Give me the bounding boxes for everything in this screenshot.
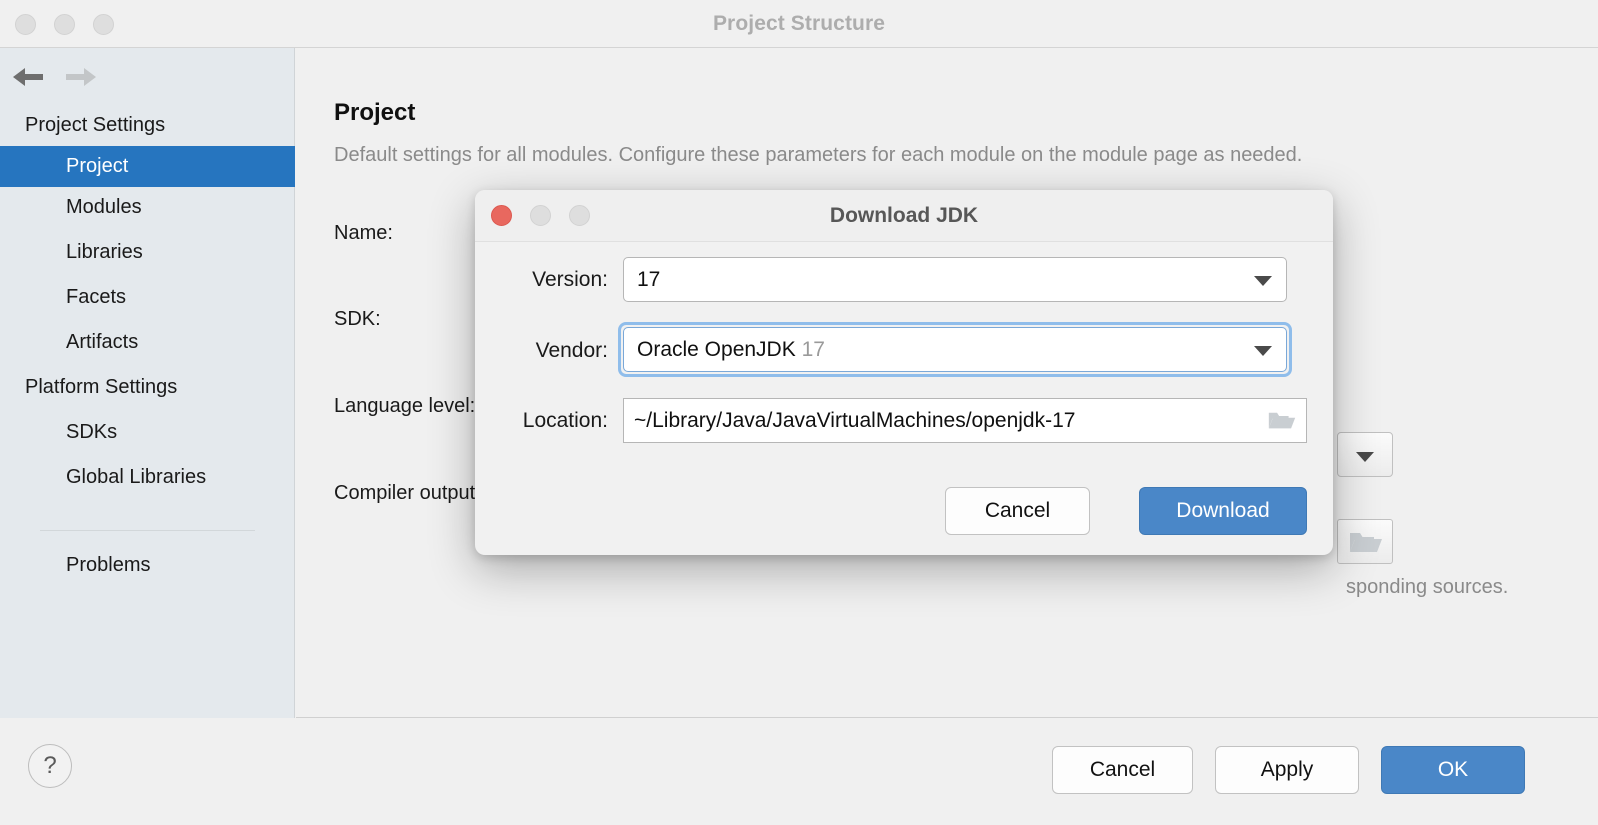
sidebar-item-sdks[interactable]: SDKs <box>0 412 295 453</box>
arrow-left-icon[interactable] <box>9 64 49 90</box>
window-title-bar: Project Structure <box>0 0 1598 48</box>
project-structure-window: Project Structure Project Settings Proje… <box>0 0 1598 825</box>
sidebar-group-project-settings: Project Settings <box>25 114 166 136</box>
language-level-dropdown[interactable] <box>1337 432 1393 477</box>
label-location: Location: <box>522 409 608 432</box>
version-dropdown[interactable]: 17 <box>623 257 1287 302</box>
page-title: Project <box>334 99 416 126</box>
label-language-level: Language level: <box>334 395 476 417</box>
vendor-value: Oracle OpenJDK 17 <box>637 328 825 371</box>
label-vendor: Vendor: <box>535 339 608 362</box>
dialog-title: Download JDK <box>829 204 979 227</box>
sidebar-divider <box>40 530 255 531</box>
vendor-value-version: 17 <box>801 338 825 361</box>
label-name: Name: <box>334 222 393 244</box>
label-compiler-output: Compiler output: <box>334 482 481 504</box>
sidebar-item-modules[interactable]: Modules <box>0 187 295 228</box>
vendor-dropdown[interactable]: Oracle OpenJDK 17 <box>623 327 1287 372</box>
dialog-cancel-button[interactable]: Cancel <box>945 487 1090 535</box>
arrow-right-icon[interactable] <box>60 64 100 90</box>
sidebar-nav-arrows <box>0 48 295 105</box>
sidebar-item-project[interactable]: Project <box>0 146 295 187</box>
sidebar-item-global-libraries[interactable]: Global Libraries <box>0 457 295 498</box>
sidebar-group-platform-settings: Platform Settings <box>25 376 178 398</box>
compiler-output-browse-button[interactable] <box>1337 519 1393 564</box>
chevron-down-icon <box>1254 346 1272 356</box>
help-button[interactable]: ? <box>28 744 72 788</box>
settings-sidebar: Project Settings Project Modules Librari… <box>0 48 295 718</box>
apply-button[interactable]: Apply <box>1215 746 1359 794</box>
version-value: 17 <box>637 268 661 291</box>
page-subtitle: Default settings for all modules. Config… <box>334 144 1303 166</box>
chevron-down-icon <box>1254 276 1272 286</box>
cancel-button[interactable]: Cancel <box>1052 746 1193 794</box>
label-version: Version: <box>532 268 608 291</box>
dialog-title-bar: Download JDK <box>475 190 1333 242</box>
download-jdk-dialog: Download JDK Version: Vendor: Location: … <box>475 190 1333 555</box>
vendor-focus-ring: Oracle OpenJDK 17 <box>618 322 1292 377</box>
label-sdk: SDK: <box>334 308 381 330</box>
window-title: Project Structure <box>712 12 886 35</box>
dialog-footer: ? Cancel Apply OK <box>0 719 1598 825</box>
chevron-down-icon <box>1356 452 1374 462</box>
sidebar-item-artifacts[interactable]: Artifacts <box>0 322 295 363</box>
folder-icon[interactable] <box>1268 410 1296 432</box>
sidebar-item-problems[interactable]: Problems <box>0 545 295 586</box>
dialog-download-button[interactable]: Download <box>1139 487 1307 535</box>
location-input[interactable]: ~/Library/Java/JavaVirtualMachines/openj… <box>623 398 1307 443</box>
sidebar-item-libraries[interactable]: Libraries <box>0 232 295 273</box>
sidebar-item-facets[interactable]: Facets <box>0 277 295 318</box>
sources-hint-text: sponding sources. <box>1346 576 1509 598</box>
vendor-value-main: Oracle OpenJDK <box>637 338 796 361</box>
location-value: ~/Library/Java/JavaVirtualMachines/openj… <box>634 409 1076 432</box>
ok-button[interactable]: OK <box>1381 746 1525 794</box>
